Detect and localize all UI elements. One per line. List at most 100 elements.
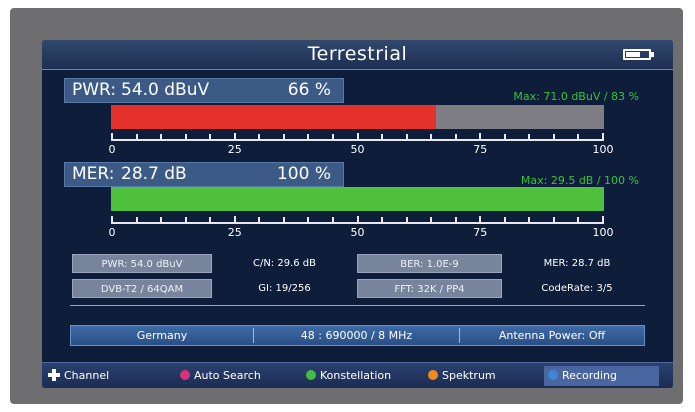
battery-icon — [623, 49, 654, 60]
scale-tick — [160, 134, 163, 140]
scale-tick — [430, 134, 433, 140]
country-selector[interactable]: Germany — [71, 326, 253, 345]
scale-tick — [282, 217, 285, 223]
device-bezel: Terrestrial PWR: 54.0 dBuV 66 % Max: 71.… — [10, 8, 683, 404]
scale-tick — [307, 217, 310, 223]
mer-level-bar — [111, 187, 604, 211]
mer-scale: 0 25 50 75 100 — [108, 216, 614, 239]
scale-tick — [307, 134, 310, 140]
mer-reading: MER: 28.7 dB 100 % — [64, 162, 344, 187]
scale-tick — [135, 217, 138, 223]
channel-selector[interactable]: 48 : 690000 / 8 MHz — [254, 326, 459, 345]
blue-key-icon — [548, 370, 558, 380]
mer-percent: 100 % — [276, 164, 331, 184]
scale-tick — [454, 134, 457, 140]
mer-max-text: Max: 29.5 dB / 100 % — [520, 174, 639, 187]
scale-tick — [331, 217, 334, 223]
info-coderate: CodeRate: 3/5 — [541, 283, 613, 294]
scale-tick — [209, 134, 212, 140]
scale-tick-label: 25 — [227, 226, 242, 239]
scale-tick — [479, 216, 482, 224]
scale-tick-label: 50 — [350, 143, 365, 156]
scale-tick — [111, 216, 113, 224]
pwr-value: 54.0 dBuV — [121, 80, 210, 100]
pwr-reading: PWR: 54.0 dBuV 66 % — [64, 78, 344, 103]
info-fft: FFT: 32K / PP4 — [357, 279, 502, 298]
info-pwr: PWR: 54.0 dBuV — [72, 254, 212, 273]
scale-tick — [602, 133, 604, 141]
scale-tick — [602, 216, 604, 224]
scale-tick — [356, 133, 359, 141]
scale-tick-label: 75 — [473, 226, 488, 239]
channel-bar: Germany 48 : 690000 / 8 MHz Antenna Powe… — [70, 325, 645, 346]
scale-tick — [405, 134, 408, 140]
dpad-icon — [48, 369, 60, 381]
recording-button[interactable]: Recording — [544, 366, 659, 386]
auto-search-button[interactable]: Auto Search — [180, 366, 261, 386]
scale-tick — [528, 217, 531, 223]
green-key-icon — [306, 370, 316, 380]
red-key-icon — [180, 370, 190, 380]
pwr-scale: 0 25 50 75 100 — [108, 133, 614, 156]
scale-tick — [479, 133, 482, 141]
antenna-power-toggle[interactable]: Antenna Power: Off — [460, 326, 644, 345]
scale-tick — [282, 134, 285, 140]
scale-tick — [233, 133, 236, 141]
meter-screen: Terrestrial PWR: 54.0 dBuV 66 % Max: 71.… — [42, 40, 673, 388]
scale-tick — [184, 134, 187, 140]
scale-tick — [209, 217, 212, 223]
scale-tick — [577, 134, 580, 140]
scale-tick — [356, 216, 359, 224]
scale-tick — [528, 134, 531, 140]
scale-tick — [160, 217, 163, 223]
auto-search-button-label: Auto Search — [194, 369, 261, 382]
channel-button-label: Channel — [64, 369, 110, 382]
scale-tick — [381, 134, 384, 140]
info-gi: GI: 19/256 — [258, 283, 311, 294]
scale-tick-label: 0 — [108, 226, 116, 239]
pwr-level-fill — [111, 105, 437, 129]
scale-tick — [184, 217, 187, 223]
konstellation-button-label: Konstellation — [320, 369, 392, 382]
scale-tick — [405, 217, 408, 223]
scale-tick-label: 75 — [473, 143, 488, 156]
scale-tick — [503, 217, 506, 223]
pwr-label: PWR: — [72, 80, 117, 100]
scale-tick-label: 0 — [108, 143, 116, 156]
spektrum-button[interactable]: Spektrum — [428, 366, 496, 386]
scale-tick — [135, 134, 138, 140]
konstellation-button[interactable]: Konstellation — [306, 366, 391, 386]
scale-tick — [258, 134, 261, 140]
recording-button-label: Recording — [562, 369, 618, 382]
pwr-level-bar — [111, 105, 604, 129]
mer-label: MER: — [72, 164, 115, 184]
scale-tick-label: 25 — [227, 143, 242, 156]
scale-tick — [503, 134, 506, 140]
scale-tick — [233, 216, 236, 224]
pwr-percent: 66 % — [287, 80, 331, 100]
info-ber: BER: 1.0E-9 — [357, 254, 502, 273]
info-cn: C/N: 29.6 dB — [252, 258, 317, 269]
info-mer: MER: 28.7 dB — [543, 258, 611, 269]
scale-tick — [577, 217, 580, 223]
pwr-max-text: Max: 71.0 dBuV / 83 % — [513, 90, 639, 103]
function-key-bar: Channel Auto Search Konstellation Spektr… — [42, 362, 673, 388]
screen-title: Terrestrial — [307, 43, 408, 65]
channel-button[interactable]: Channel — [48, 366, 109, 386]
scale-tick — [430, 217, 433, 223]
scale-tick-label: 100 — [592, 143, 614, 156]
spektrum-button-label: Spektrum — [442, 369, 496, 382]
mer-level-fill — [111, 187, 604, 211]
mer-value: 28.7 dB — [121, 164, 187, 184]
scale-tick — [111, 133, 113, 141]
scale-tick — [454, 217, 457, 223]
scale-tick — [331, 134, 334, 140]
divider — [70, 305, 645, 306]
scale-tick — [258, 217, 261, 223]
scale-tick — [552, 217, 555, 223]
scale-tick-label: 100 — [592, 226, 614, 239]
info-standard: DVB-T2 / 64QAM — [72, 279, 212, 298]
scale-tick — [552, 134, 555, 140]
scale-tick-label: 50 — [350, 226, 365, 239]
scale-tick — [381, 217, 384, 223]
